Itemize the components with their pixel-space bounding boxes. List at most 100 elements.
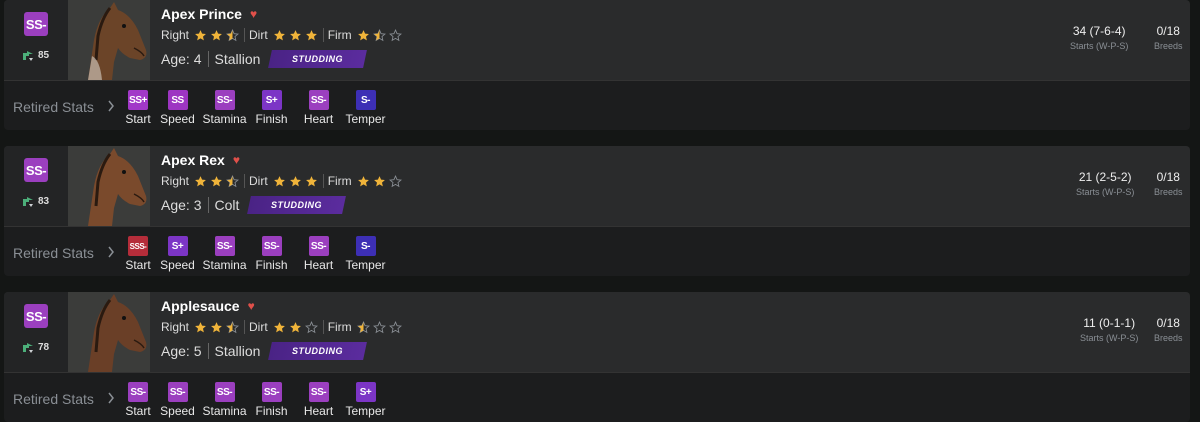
stat-label: Start [125,258,151,272]
horse-portrait[interactable] [68,292,150,372]
chevron-right-icon[interactable] [107,100,115,112]
stat-grade-badge: SS- [214,90,235,110]
horse-rating-icon [23,196,33,207]
starts-record: 34 (7-6-4) Starts (W-P-S) [1070,24,1128,51]
star-half-icon [226,174,239,187]
stat-label: Start [125,112,151,126]
horse-summary[interactable]: SS- 83 Apex Rex ♥ Right Dirt Firm Age: 3 C… [4,146,1190,226]
stat-label: Speed [160,112,195,126]
retired-stats-row[interactable]: Retired Stats SSS- Start S+ Speed SS- Stamina… [4,226,1190,276]
preference-label: Right [161,28,190,42]
stat-grade-badge: S- [355,236,376,256]
stat-grade-badge: SS- [167,382,188,402]
horse-card[interactable]: SS- 78 Applesauce ♥ Right Dirt Firm Age: 5… [4,292,1190,422]
stat-grade-badge: SS- [214,382,235,402]
preference-firm: Firm [322,28,407,42]
star-full-icon [195,175,206,186]
age-label: Age: [161,343,190,359]
preference-dirt: Dirt [244,174,323,188]
stat-stamina: SS- Stamina [201,236,248,272]
star-full-icon [195,29,206,40]
star-half-icon [226,28,239,41]
stat-stamina: SS- Stamina [201,382,248,418]
stat-grade-badge: SS- [261,382,282,402]
star-empty-icon [388,174,402,187]
horse-name[interactable]: Apex Prince [161,6,242,22]
status-badge: STUDDING [247,196,347,214]
star-full-icon [273,29,285,40]
stat-label: Stamina [202,258,247,272]
stat-grade-badge: SS- [128,382,148,402]
star-full-icon [289,29,301,40]
status-badge: STUDDING [268,50,368,68]
star-full-icon [289,321,301,332]
stat-speed: S+ Speed [154,236,201,272]
retired-stats-label[interactable]: Retired Stats [13,99,94,115]
surface-preferences: Right Dirt Firm [157,320,407,334]
stat-label: Temper [345,404,386,418]
heart-icon[interactable]: ♥ [250,7,257,21]
stat-label: Heart [303,404,334,418]
chevron-right-icon[interactable] [107,246,115,258]
retired-stats-row[interactable]: Retired Stats SS+ Start SS Speed SS- Stamina S… [4,80,1190,130]
chevron-right-icon[interactable] [107,392,115,404]
preference-label: Firm [327,174,352,188]
stat-label: Finish [255,112,288,126]
stat-label: Stamina [202,112,247,126]
age-gender: Age: 5 Stallion STUDDING [161,342,368,360]
star-full-icon [373,175,385,186]
breeds-value: 0/18 [1156,316,1180,330]
horse-portrait[interactable] [68,0,150,80]
starts-value: 34 (7-6-4) [1072,24,1126,38]
star-full-icon [305,175,317,186]
horse-portrait[interactable] [68,146,150,226]
stat-temper: S- Temper [342,90,389,126]
stat-heart: SS- Heart [295,236,342,272]
preference-label: Dirt [249,28,268,42]
age-value: 5 [193,343,202,359]
stat-label: Temper [345,112,386,126]
horse-summary[interactable]: SS- 78 Applesauce ♥ Right Dirt Firm Age: 5… [4,292,1190,372]
stat-label: Speed [160,404,195,418]
horse-name[interactable]: Apex Rex [161,152,225,168]
stat-label: Start [125,404,151,418]
horse-summary[interactable]: SS- 85 Apex Prince ♥ Right Dirt Firm Age: … [4,0,1190,80]
star-full-icon [211,175,222,186]
stat-heart: SS- Heart [295,90,342,126]
retired-stats-row[interactable]: Retired Stats SS- Start SS- Speed SS- Stamina… [4,372,1190,422]
star-full-icon [211,321,222,332]
heart-icon[interactable]: ♥ [233,153,240,167]
grade-column: SS- 78 [4,292,68,372]
horse-head-image [68,146,150,226]
retired-stats-label[interactable]: Retired Stats [13,391,94,407]
stat-label: Stamina [202,404,247,418]
gender: Colt [207,197,239,213]
breeds-record: 0/18 Breeds [1154,316,1183,343]
horse-head-image [68,292,150,372]
status-text: STUDDING [271,200,323,210]
stat-finish: S+ Finish [248,90,295,126]
stat-temper: S+ Temper [342,382,389,418]
breeds-caption: Breeds [1154,187,1183,197]
stat-grade-badge: S+ [355,382,376,402]
stat-label: Finish [255,404,288,418]
stat-list: SS+ Start SS Speed SS- Stamina S+ Finish SS- Hear… [122,90,389,126]
rating: 85 [22,50,49,61]
stat-speed: SS Speed [154,90,201,126]
star-empty-icon [388,320,402,333]
horse-head-image [68,0,150,80]
horse-card[interactable]: SS- 83 Apex Rex ♥ Right Dirt Firm Age: 3 C… [4,146,1190,276]
horse-name[interactable]: Applesauce [161,298,240,314]
heart-icon[interactable]: ♥ [248,299,255,313]
horse-card[interactable]: SS- 85 Apex Prince ♥ Right Dirt Firm Age: … [4,0,1190,130]
retired-stats-label[interactable]: Retired Stats [13,245,94,261]
rating-value: 83 [38,196,50,207]
stat-label: Heart [303,112,334,126]
preference-label: Right [161,174,190,188]
star-half-icon [372,28,386,41]
stat-grade-badge: SS+ [128,90,148,110]
star-full-icon [211,29,222,40]
stat-finish: SS- Finish [248,382,295,418]
age-gender: Age: 3 Colt STUDDING [161,196,347,214]
stat-start: SS- Start [122,382,154,418]
